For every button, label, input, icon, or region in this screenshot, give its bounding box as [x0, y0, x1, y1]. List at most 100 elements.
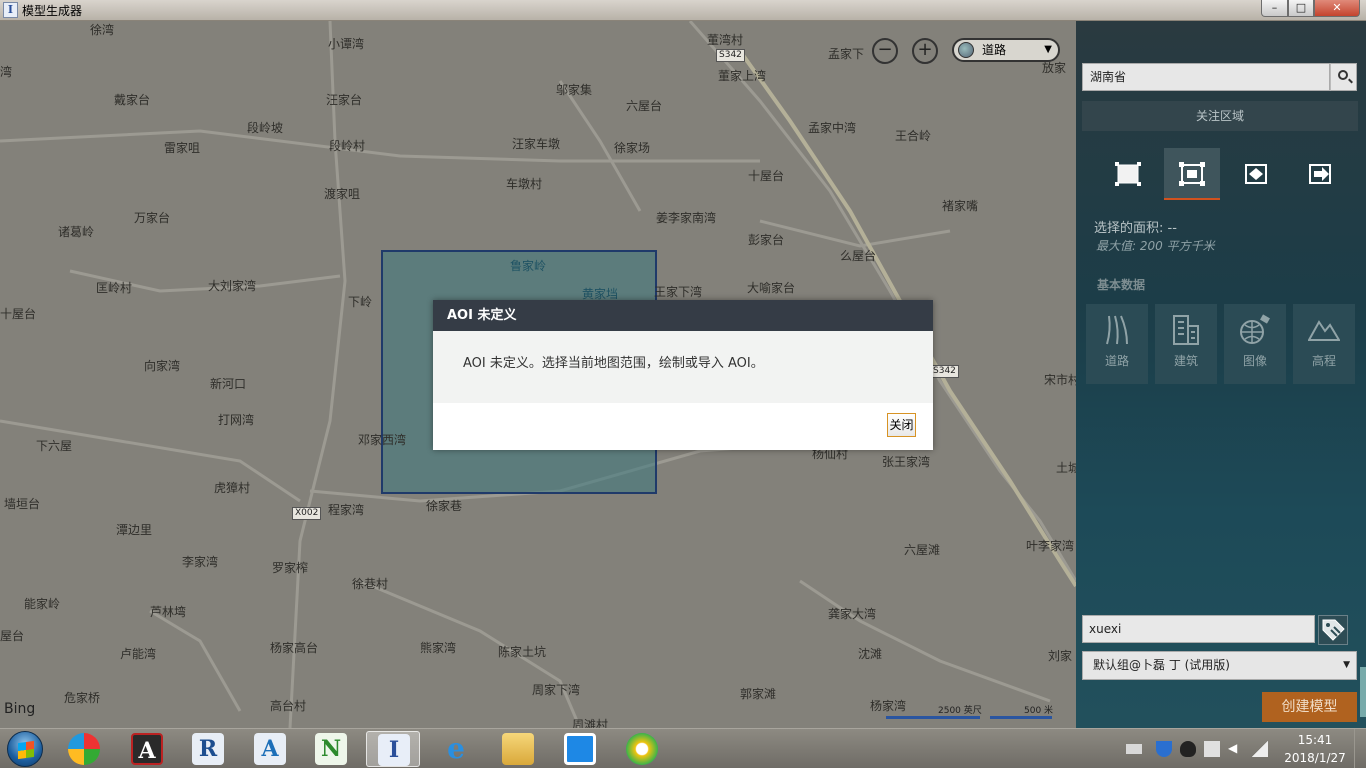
place-label: 虎獐村: [214, 481, 251, 495]
place-label: 王合岭: [895, 129, 932, 143]
place-label: 沈滩: [858, 647, 883, 661]
group-select[interactable]: 默认组@卜磊 丁 (试用版) ▼: [1082, 651, 1357, 680]
place-label: 程家湾: [328, 503, 365, 517]
place-label: 屋台: [0, 629, 25, 643]
place-label: 邬家集: [556, 83, 593, 97]
import-icon: [1309, 164, 1331, 184]
place-label: 宋市村: [1044, 373, 1076, 387]
volume-icon[interactable]: ◀: [1228, 741, 1244, 757]
building-icon: [1173, 315, 1199, 345]
qq-icon[interactable]: [1180, 741, 1196, 757]
tag-button[interactable]: [1318, 615, 1348, 645]
taskbar-app-civil3d[interactable]: A: [243, 731, 297, 767]
place-label: 六屋台: [626, 99, 663, 113]
create-model-button[interactable]: 创建模型: [1262, 692, 1357, 722]
place-label: 能家岭: [24, 597, 61, 611]
taskbar-app-ie[interactable]: e: [429, 731, 483, 767]
taskbar-app-revit[interactable]: R: [181, 731, 235, 767]
taskbar-app-pinwheel[interactable]: [57, 731, 111, 767]
network-signal-icon[interactable]: [1252, 741, 1268, 757]
aoi-import-tool[interactable]: [1292, 148, 1348, 200]
chevron-down-icon: ▼: [1044, 44, 1052, 55]
place-label: 诸葛岭: [58, 225, 95, 239]
taskbar-app-tiles[interactable]: [553, 731, 607, 767]
search-button[interactable]: [1330, 63, 1357, 91]
place-label: 叶李家湾: [1026, 539, 1075, 553]
shield-icon[interactable]: [1156, 741, 1172, 757]
window-titlebar: I 模型生成器 – □ ✕: [0, 0, 1366, 21]
close-window-button[interactable]: ✕: [1314, 0, 1360, 17]
app-icon: I: [3, 2, 18, 18]
data-tile-label: 道路: [1104, 354, 1129, 368]
aoi-draw-rectangle-tool[interactable]: [1164, 148, 1220, 200]
place-label: 汪家台: [326, 93, 363, 107]
show-desktop-button[interactable]: [1354, 729, 1366, 768]
rectangle-icon: [1115, 162, 1141, 186]
place-label: 小谭湾: [328, 37, 365, 51]
user-name-field[interactable]: xuexi: [1082, 615, 1315, 643]
polygon-icon: [1245, 164, 1267, 184]
place-label: 徐巷村: [352, 577, 389, 591]
zoom-out-button[interactable]: −: [872, 38, 898, 64]
aoi-current-view-tool[interactable]: [1100, 148, 1156, 200]
place-label: 下岭: [348, 295, 373, 309]
place-label: 车墩村: [506, 177, 543, 191]
scale-bar-feet: [886, 716, 980, 719]
data-tile-elevation[interactable]: 高程: [1293, 304, 1355, 384]
place-label: 危家桥: [64, 691, 101, 705]
place-label: 打网湾: [218, 413, 255, 427]
clock-date[interactable]: 2018/1/27: [1280, 751, 1350, 765]
place-label: 卢能湾: [120, 647, 157, 661]
tiles-icon: [564, 733, 596, 765]
dialog-message: AOI 未定义。选择当前地图范围，绘制或导入 AOI。: [433, 331, 933, 403]
clock-time[interactable]: 15:41: [1290, 733, 1340, 747]
place-label: 刘家: [1048, 649, 1073, 663]
place-label: 渡家咀: [324, 187, 361, 201]
usb-device-icon[interactable]: [1204, 741, 1220, 757]
taskbar-app-autocad[interactable]: A: [120, 731, 174, 767]
place-label: 六屋滩: [904, 543, 941, 557]
place-label: 匡岭村: [96, 281, 133, 295]
place-label: 下六屋: [36, 439, 73, 453]
aoi-draw-polygon-tool[interactable]: [1228, 148, 1284, 200]
globe-satellite-icon: [1240, 314, 1270, 344]
place-label: 褚家嘴: [942, 199, 979, 213]
place-label: 徐湾: [90, 23, 115, 37]
panel-scrollbar[interactable]: [1360, 667, 1366, 717]
keyboard-icon[interactable]: [1126, 744, 1142, 754]
data-tile-label: 建筑: [1173, 354, 1198, 368]
location-search-input[interactable]: 湖南省: [1082, 63, 1330, 91]
max-area-text: 最大值: 200 平方千米: [1096, 239, 1215, 253]
data-tile-label: 高程: [1311, 354, 1336, 368]
taskbar-app-navisworks[interactable]: N: [304, 731, 358, 767]
map-style-dropdown[interactable]: 道路 ▼: [952, 38, 1060, 62]
taskbar-app-infraworks[interactable]: I: [366, 731, 420, 767]
place-label: 王家下湾: [654, 285, 703, 299]
data-tile-imagery[interactable]: 图像: [1224, 304, 1286, 384]
taskbar-app-360[interactable]: [615, 731, 669, 767]
place-label: 段岭坡: [247, 121, 284, 135]
place-label: 姜李家南湾: [656, 211, 717, 225]
place-label: 罗家榨: [272, 561, 309, 575]
place-label: 段岭村: [329, 139, 366, 153]
place-label: 大刘家湾: [208, 279, 257, 293]
place-label: 鲁家岭: [510, 259, 547, 273]
zoom-in-button[interactable]: +: [912, 38, 938, 64]
taskbar-app-explorer[interactable]: [491, 731, 545, 767]
place-label: 周家下湾: [532, 683, 581, 697]
data-tile-roads[interactable]: 道路: [1086, 304, 1148, 384]
minimize-button[interactable]: –: [1261, 0, 1288, 17]
dialog-close-button[interactable]: 关闭: [887, 413, 916, 437]
start-button[interactable]: [3, 730, 47, 768]
taskbar: A R A N I e ◀ 15:41 2018/1/27: [0, 728, 1366, 768]
place-label: 潭边里: [116, 523, 153, 537]
search-icon: [1338, 70, 1348, 80]
group-select-value: 默认组@卜磊 丁 (试用版): [1093, 658, 1230, 672]
place-label: 徐家场: [614, 141, 651, 155]
data-tile-buildings[interactable]: 建筑: [1155, 304, 1217, 384]
navisworks-icon: N: [315, 733, 347, 765]
internet-explorer-icon: e: [447, 732, 465, 765]
place-label: 张王家湾: [882, 455, 931, 469]
place-label: 土城: [1056, 461, 1076, 475]
maximize-button[interactable]: □: [1288, 0, 1314, 17]
